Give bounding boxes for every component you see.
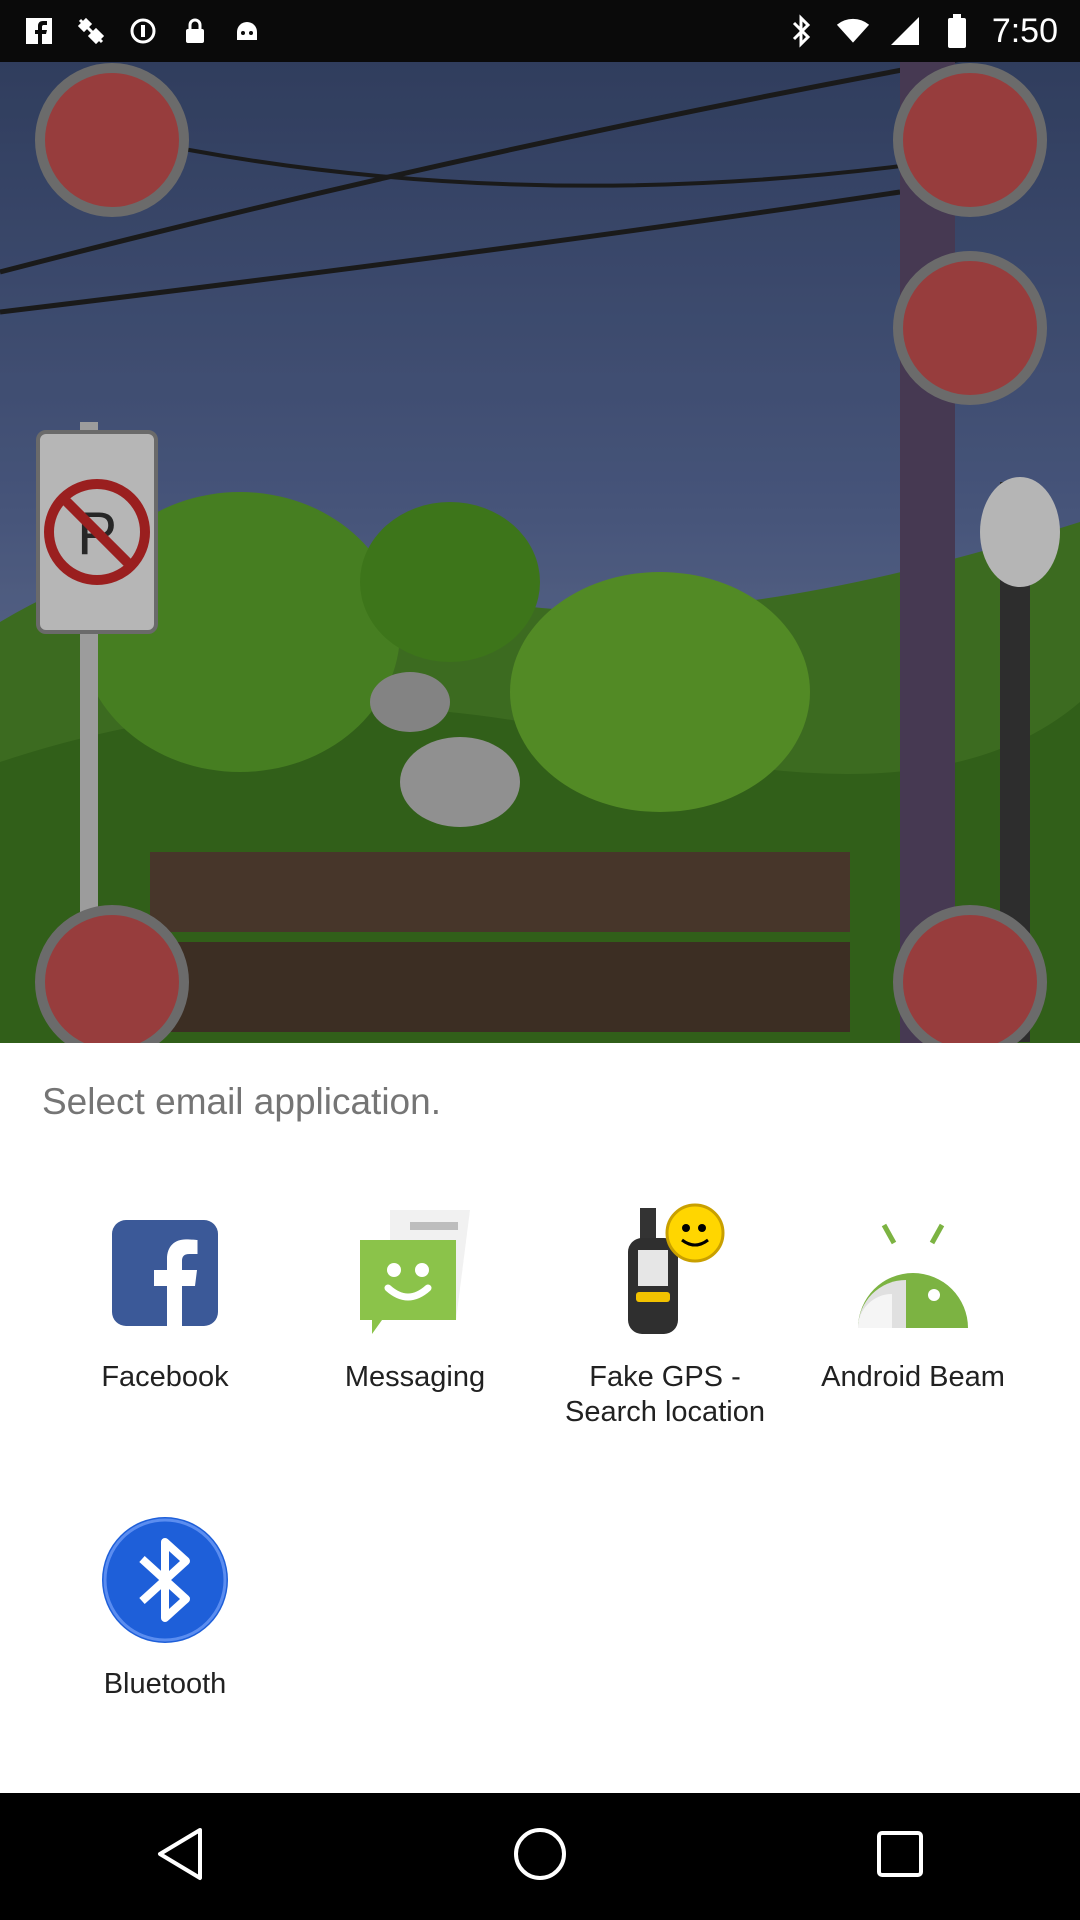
app-label: Messaging bbox=[344, 1361, 486, 1393]
back-button[interactable] bbox=[140, 1817, 220, 1897]
android-beam-icon bbox=[848, 1203, 978, 1338]
app-option-messaging[interactable]: Messaging bbox=[295, 1208, 535, 1395]
app-label: Fake GPS - Search location bbox=[565, 1361, 765, 1428]
app-label: Android Beam bbox=[821, 1361, 1005, 1393]
messaging-icon bbox=[350, 1208, 480, 1338]
sheet-title: Select email application. bbox=[42, 1081, 441, 1122]
app-option-fake-gps[interactable]: Fake GPS - Search location bbox=[545, 1198, 785, 1430]
wifi-icon bbox=[836, 14, 870, 48]
facebook-notification-icon bbox=[22, 14, 56, 48]
back-icon bbox=[154, 1826, 206, 1887]
data-saver-icon bbox=[126, 14, 160, 48]
status-bar: 7:50 bbox=[0, 0, 1080, 62]
lock-icon bbox=[178, 14, 212, 48]
app-label: Bluetooth bbox=[103, 1668, 227, 1700]
status-time: 7:50 bbox=[991, 11, 1058, 50]
home-icon bbox=[512, 1826, 568, 1887]
navigation-bar bbox=[0, 1793, 1080, 1920]
bluetooth-icon bbox=[100, 1515, 230, 1645]
fake-gps-icon bbox=[74, 14, 108, 48]
share-sheet: Select email application. Facebook Messa… bbox=[0, 1043, 1080, 1793]
battery-icon bbox=[940, 14, 974, 48]
fake-gps-icon bbox=[600, 1198, 730, 1338]
app-option-android-beam[interactable]: Android Beam bbox=[793, 1203, 1033, 1395]
app-option-bluetooth[interactable]: Bluetooth bbox=[45, 1515, 285, 1702]
home-button[interactable] bbox=[500, 1817, 580, 1897]
signal-icon bbox=[888, 14, 922, 48]
scrim[interactable] bbox=[0, 62, 1080, 1043]
facebook-icon bbox=[100, 1208, 230, 1338]
android-icon bbox=[230, 14, 264, 48]
recents-icon bbox=[875, 1829, 925, 1884]
background-game-scene: P bbox=[0, 62, 1080, 1043]
app-label: Facebook bbox=[101, 1361, 229, 1393]
app-option-facebook[interactable]: Facebook bbox=[45, 1208, 285, 1395]
bluetooth-icon bbox=[784, 14, 818, 48]
recents-button[interactable] bbox=[860, 1817, 940, 1897]
